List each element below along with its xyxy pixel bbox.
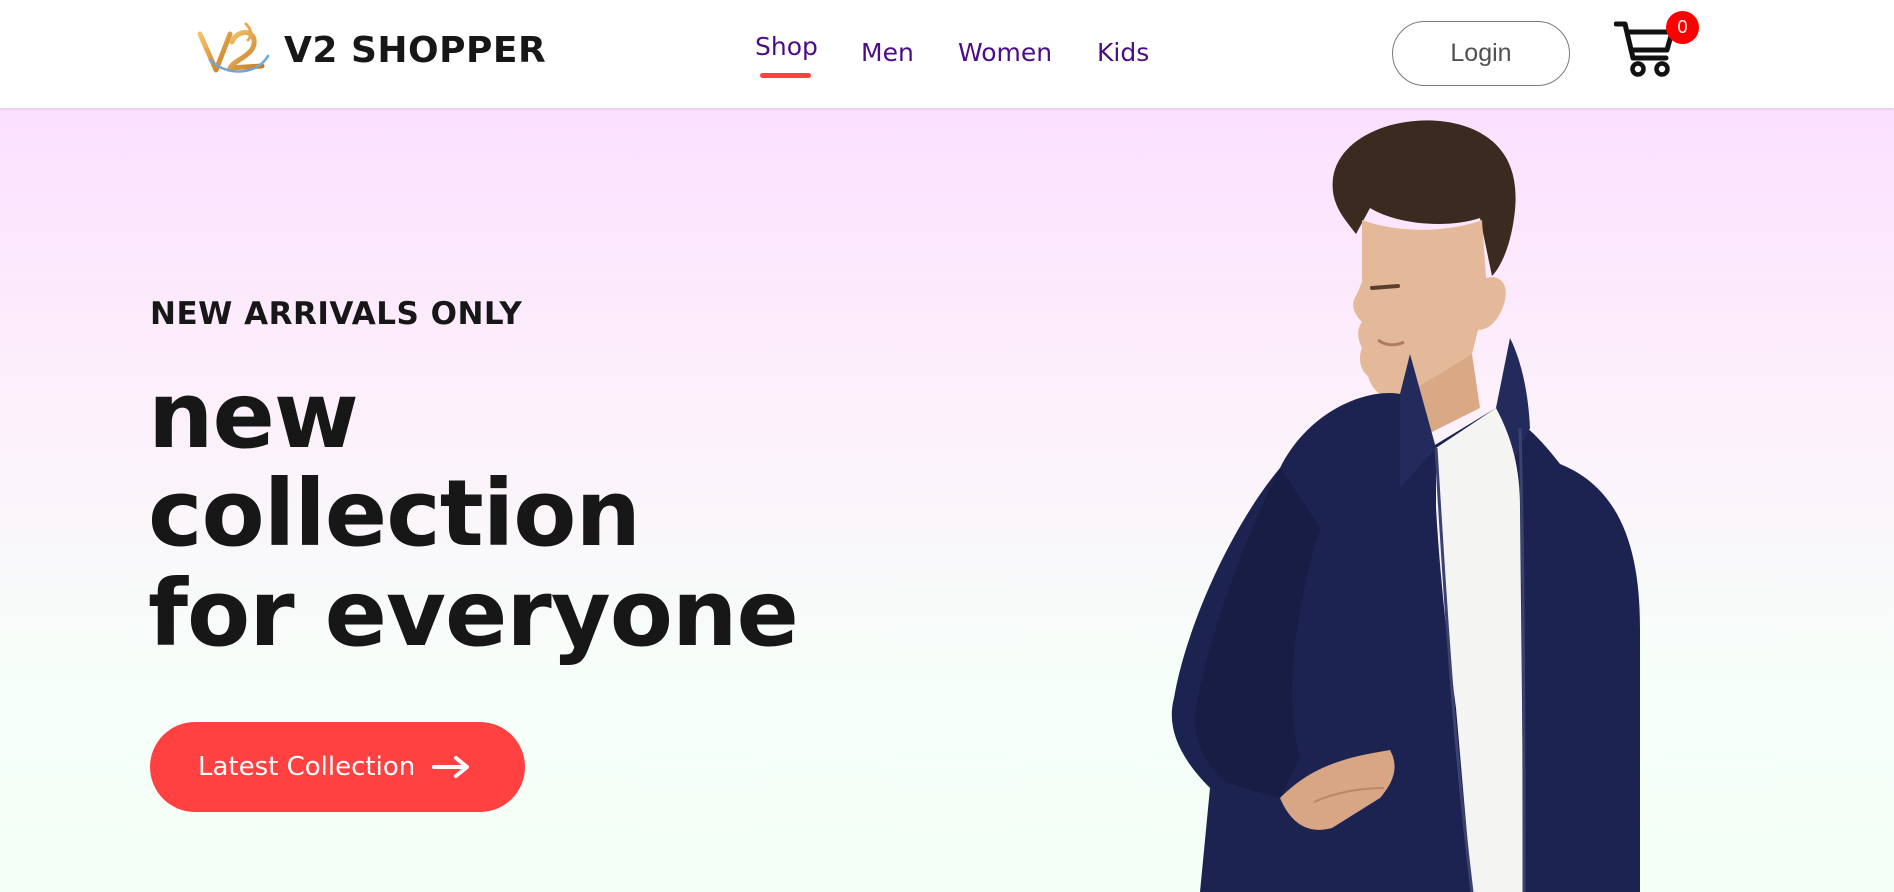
brand-logo[interactable]: V2 SHOPPER — [196, 20, 546, 80]
site-header: V2 SHOPPER Shop Men Women Kids Login 0 — [0, 0, 1894, 108]
nav-shop[interactable]: Shop — [755, 32, 818, 61]
hero-banner: NEW ARRIVALS ONLY new collection for eve… — [0, 108, 1894, 892]
hero-eyebrow: NEW ARRIVALS ONLY — [150, 296, 523, 332]
brand-name: V2 SHOPPER — [284, 29, 547, 71]
v2-monogram-logo-icon — [197, 22, 270, 73]
cart-count-badge: 0 — [1666, 11, 1699, 44]
nav-men[interactable]: Men — [861, 38, 914, 67]
arrow-right-icon — [432, 756, 470, 778]
latest-collection-label: Latest Collection — [198, 752, 416, 782]
latest-collection-button[interactable]: Latest Collection — [150, 722, 525, 812]
hero-model-image — [1171, 120, 1640, 892]
nav-kids[interactable]: Kids — [1097, 38, 1149, 67]
nav-women[interactable]: Women — [958, 38, 1052, 67]
hero-headline-line-1: new — [148, 362, 359, 469]
hero-headline-line-2: collection — [148, 460, 641, 567]
nav-active-indicator — [760, 73, 811, 78]
hero-headline-line-3: for everyone — [148, 560, 799, 667]
login-button[interactable]: Login — [1392, 21, 1570, 86]
